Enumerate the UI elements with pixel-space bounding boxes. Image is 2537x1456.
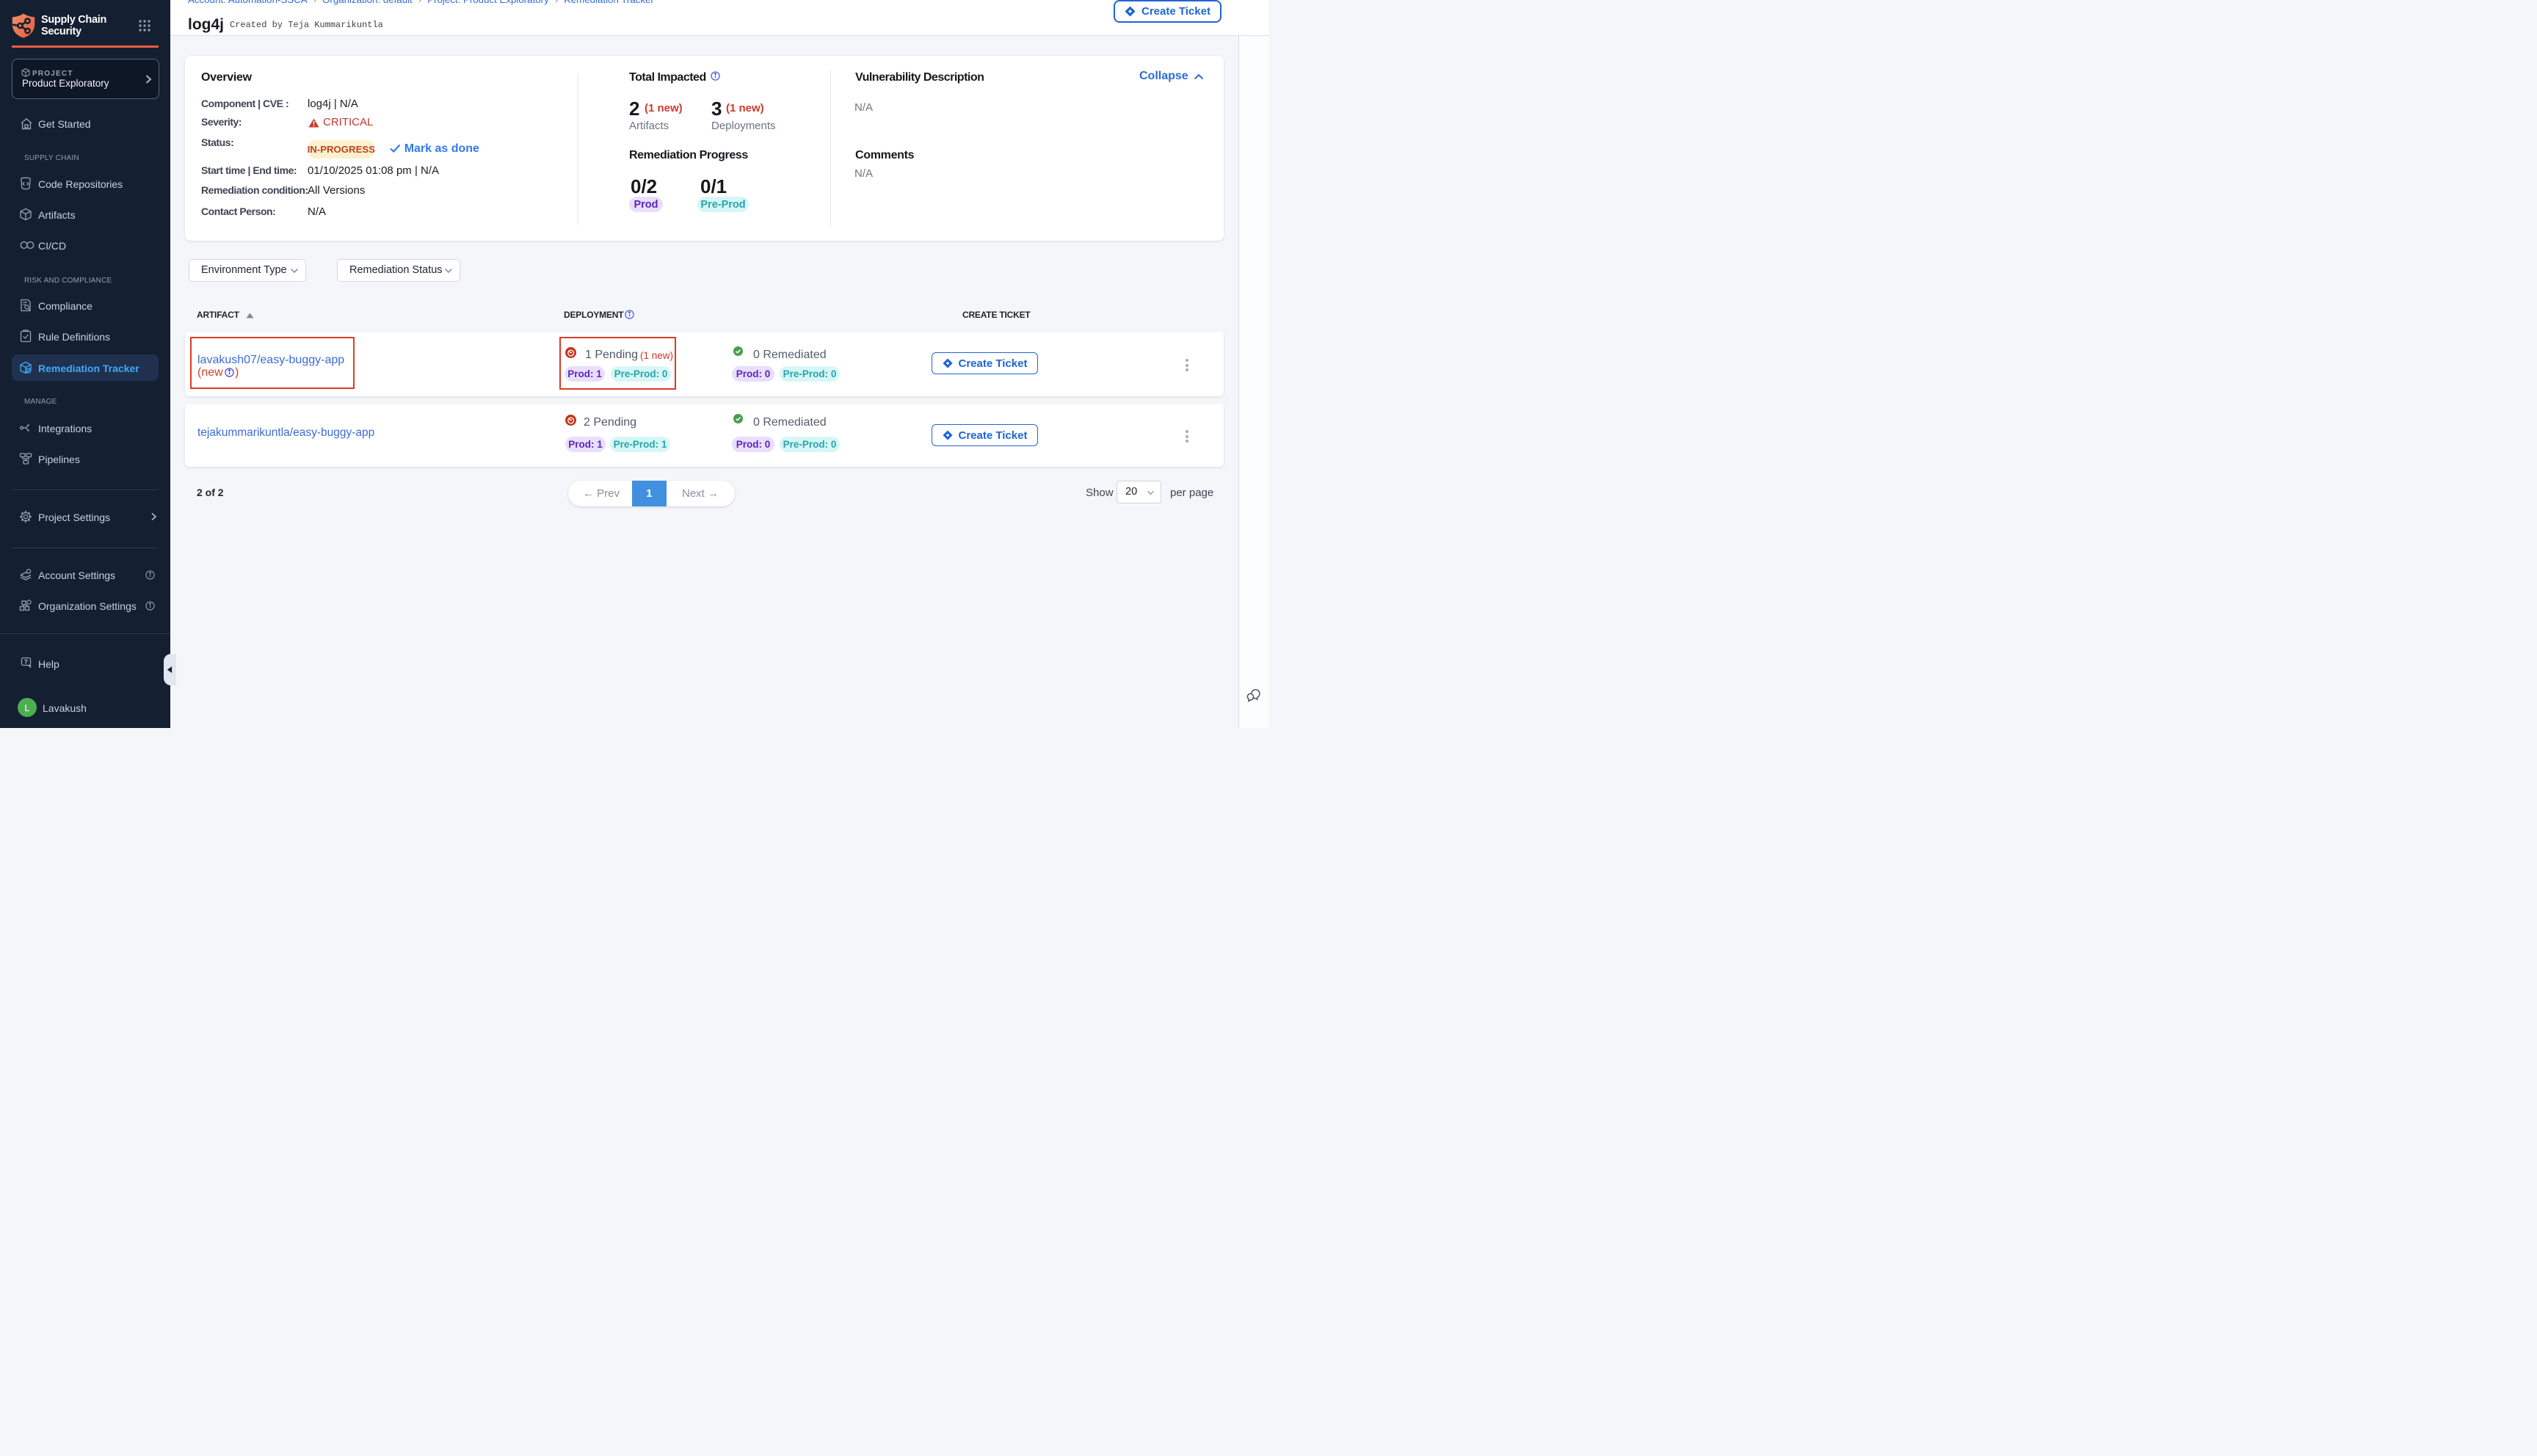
svg-text:?: ? <box>24 659 28 666</box>
